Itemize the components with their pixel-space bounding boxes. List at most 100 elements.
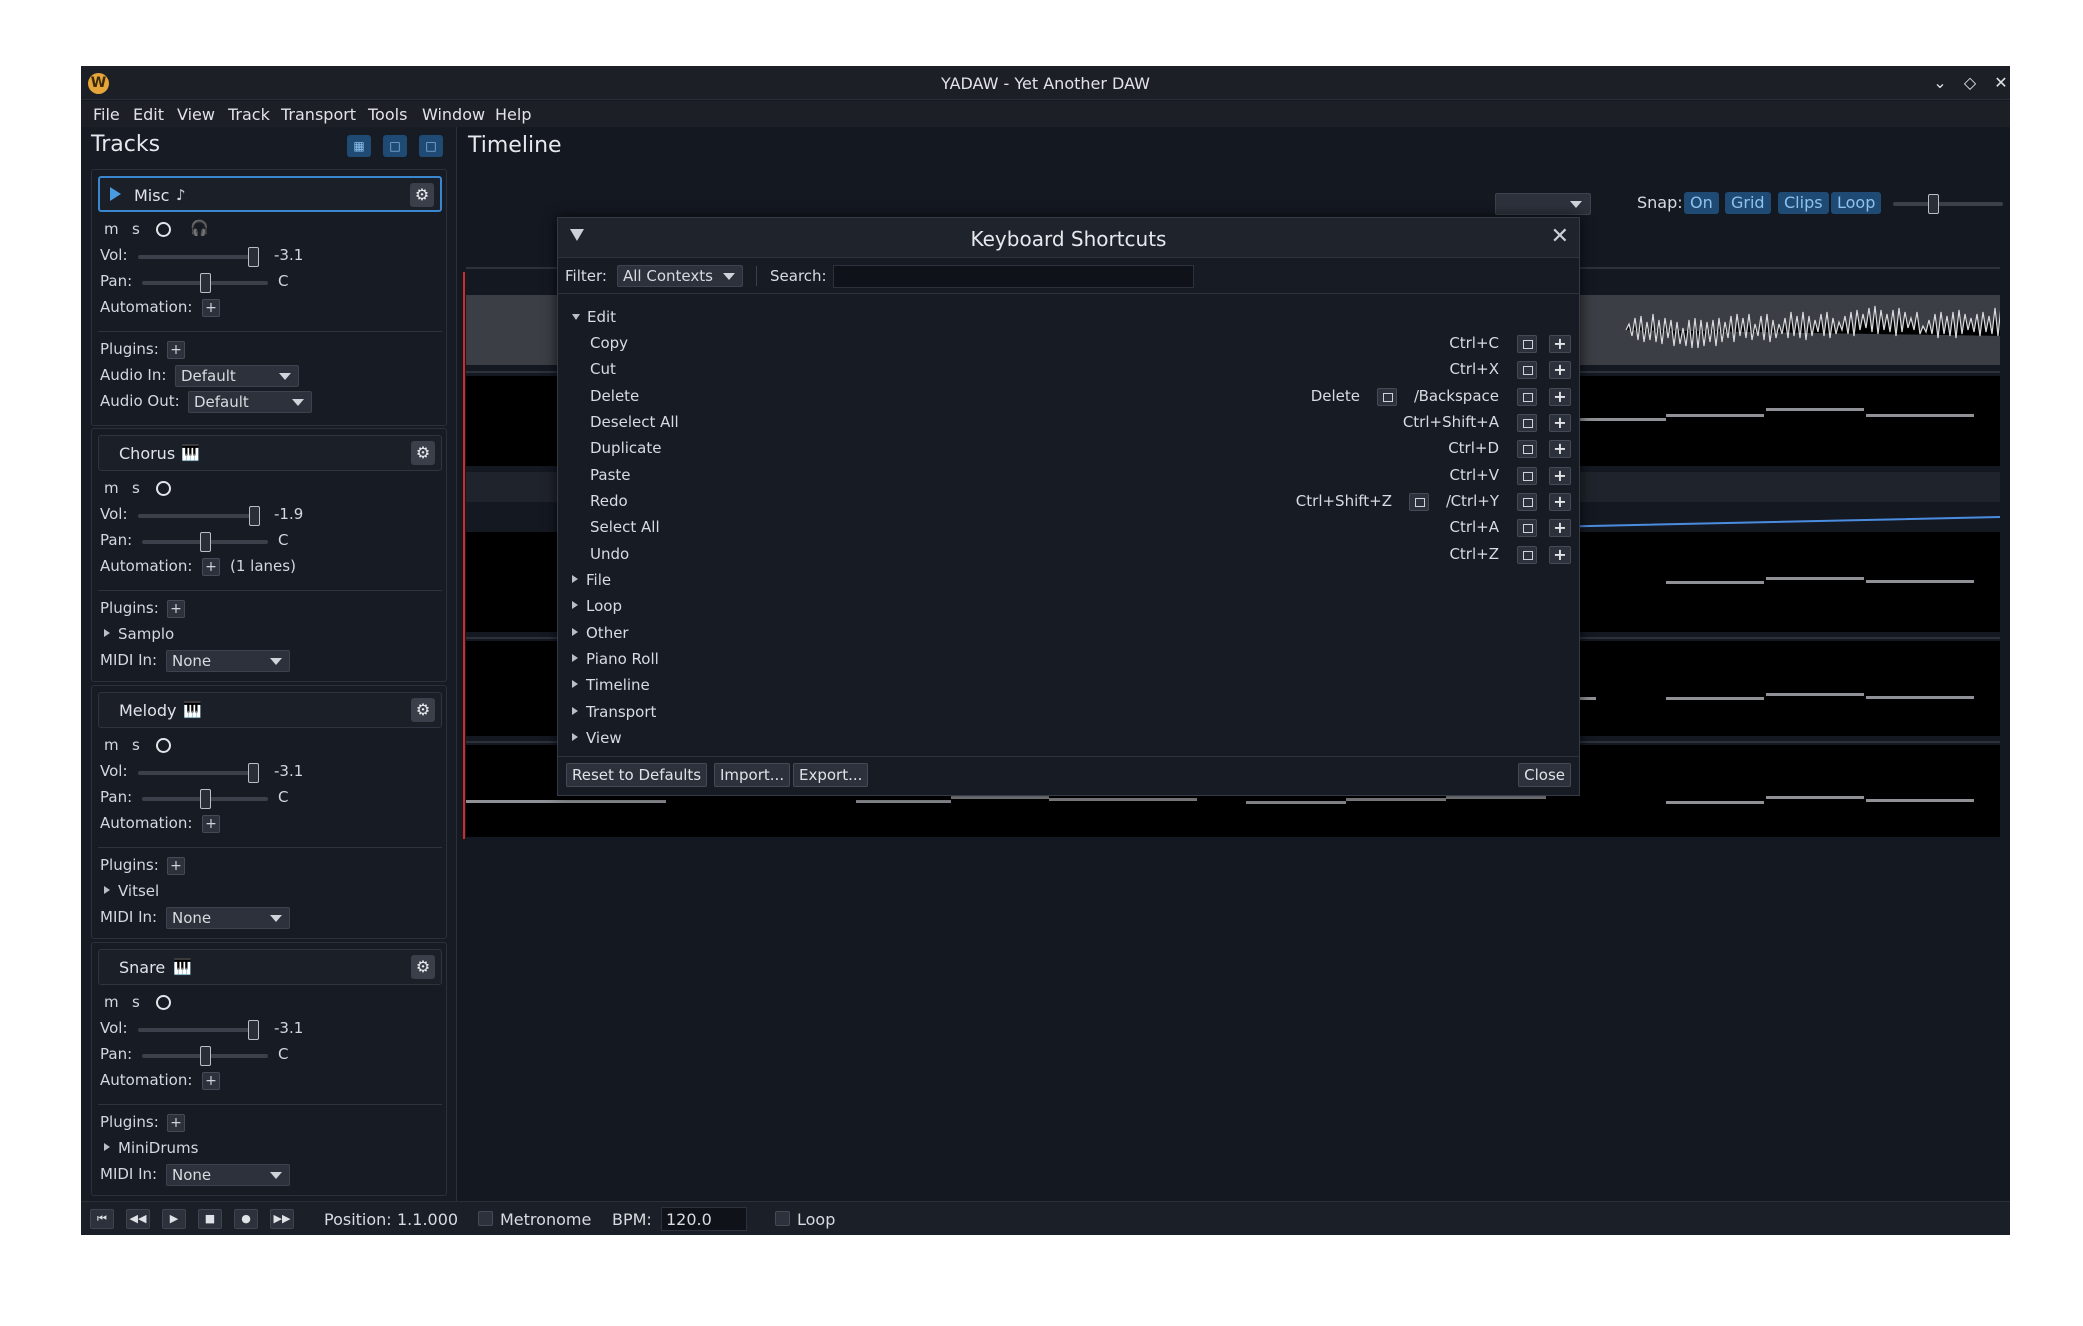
rebind-button[interactable] bbox=[1517, 440, 1537, 458]
plugin-item[interactable]: MiniDrums bbox=[104, 1139, 198, 1157]
track-header[interactable]: Chorus 🎹 ⚙ bbox=[98, 435, 442, 471]
solo-button[interactable]: s bbox=[132, 220, 140, 238]
add-shortcut-button[interactable]: + bbox=[1549, 361, 1571, 379]
rebind-button[interactable] bbox=[1517, 388, 1537, 406]
add-plugin-button[interactable]: + bbox=[167, 341, 185, 359]
stop-icon[interactable]: ■ bbox=[198, 1209, 222, 1229]
record-arm-button[interactable] bbox=[156, 738, 171, 753]
add-automation-button[interactable]: + bbox=[202, 558, 220, 576]
solo-button[interactable]: s bbox=[132, 736, 140, 754]
add-automation-button[interactable]: + bbox=[202, 815, 220, 833]
search-input[interactable] bbox=[833, 265, 1194, 288]
add-plugin-button[interactable]: + bbox=[167, 1114, 185, 1132]
monitor-icon[interactable]: 🎧 bbox=[190, 219, 209, 237]
snap-loop-button[interactable]: Loop bbox=[1831, 192, 1882, 214]
add-automation-button[interactable]: + bbox=[202, 1072, 220, 1090]
menu-view[interactable]: View bbox=[177, 105, 215, 124]
group-piano-roll[interactable]: Piano Roll bbox=[572, 650, 659, 668]
record-arm-button[interactable] bbox=[156, 222, 171, 237]
gear-icon[interactable]: ⚙ bbox=[411, 441, 435, 465]
solo-button[interactable]: s bbox=[132, 479, 140, 497]
menu-window[interactable]: Window bbox=[422, 105, 485, 124]
playhead[interactable] bbox=[463, 272, 465, 839]
midi-in-select[interactable]: None bbox=[166, 650, 290, 672]
rebind-button[interactable] bbox=[1377, 388, 1397, 406]
pan-slider[interactable] bbox=[142, 1046, 268, 1066]
add-plugin-button[interactable]: + bbox=[167, 600, 185, 618]
volume-slider[interactable] bbox=[138, 1020, 259, 1040]
close-icon[interactable]: ✕ bbox=[1551, 224, 1569, 249]
rewind-icon[interactable]: ◀◀ bbox=[126, 1209, 150, 1229]
add-track-button[interactable]: ▦ bbox=[347, 135, 371, 157]
add-shortcut-button[interactable]: + bbox=[1549, 467, 1571, 485]
add-shortcut-button[interactable]: + bbox=[1549, 493, 1571, 511]
menu-help[interactable]: Help bbox=[495, 105, 531, 124]
group-loop[interactable]: Loop bbox=[572, 597, 622, 615]
snap-on-button[interactable]: On bbox=[1684, 192, 1719, 214]
rebind-button[interactable] bbox=[1517, 493, 1537, 511]
add-automation-button[interactable]: + bbox=[202, 299, 220, 317]
add-shortcut-button[interactable]: + bbox=[1549, 546, 1571, 564]
plugin-item[interactable]: Samplo bbox=[104, 625, 174, 643]
gear-icon[interactable]: ⚙ bbox=[410, 183, 434, 207]
midi-in-select[interactable]: None bbox=[166, 907, 290, 929]
menu-transport[interactable]: Transport bbox=[281, 105, 356, 124]
rebind-button[interactable] bbox=[1517, 414, 1537, 432]
volume-slider[interactable] bbox=[138, 763, 259, 783]
snap-grid-button[interactable]: Grid bbox=[1725, 192, 1771, 214]
minimize-icon[interactable]: ⌄ bbox=[1929, 72, 1951, 94]
rebind-button[interactable] bbox=[1517, 335, 1537, 353]
export-button[interactable]: Export... bbox=[793, 763, 869, 787]
pan-slider[interactable] bbox=[142, 789, 268, 809]
pan-slider[interactable] bbox=[142, 532, 268, 552]
fast-forward-icon[interactable]: ▶▶ bbox=[270, 1209, 294, 1229]
track-header[interactable]: Snare 🎹 ⚙ bbox=[98, 949, 442, 985]
add-shortcut-button[interactable]: + bbox=[1549, 388, 1571, 406]
mute-button[interactable]: m bbox=[104, 220, 119, 238]
group-other[interactable]: Other bbox=[572, 624, 629, 642]
play-icon[interactable]: ▶ bbox=[162, 1209, 186, 1229]
group-timeline[interactable]: Timeline bbox=[572, 676, 650, 694]
midi-in-select[interactable]: None bbox=[166, 1164, 290, 1186]
volume-slider[interactable] bbox=[138, 247, 259, 267]
audio-out-select[interactable]: Default bbox=[188, 391, 312, 413]
menu-track[interactable]: Track bbox=[228, 105, 270, 124]
mute-button[interactable]: m bbox=[104, 993, 119, 1011]
add-shortcut-button[interactable]: + bbox=[1549, 440, 1571, 458]
menu-tools[interactable]: Tools bbox=[368, 105, 407, 124]
add-plugin-button[interactable]: + bbox=[167, 857, 185, 875]
group-view[interactable]: View bbox=[572, 729, 622, 747]
track-header[interactable]: Misc ♪ ⚙ bbox=[98, 176, 442, 212]
track-header[interactable]: Melody 🎹 ⚙ bbox=[98, 692, 442, 728]
add-shortcut-button[interactable]: + bbox=[1549, 335, 1571, 353]
menu-edit[interactable]: Edit bbox=[133, 105, 164, 124]
close-window-icon[interactable]: ✕ bbox=[1990, 72, 2010, 94]
plugin-item[interactable]: Vitsel bbox=[104, 882, 159, 900]
snap-clips-button[interactable]: Clips bbox=[1778, 192, 1829, 214]
group-edit[interactable]: Edit bbox=[572, 308, 616, 326]
audio-in-select[interactable]: Default bbox=[175, 365, 299, 387]
rebind-button[interactable] bbox=[1517, 519, 1537, 537]
rebind-button[interactable] bbox=[1517, 546, 1537, 564]
zoom-slider[interactable] bbox=[1893, 194, 2003, 214]
maximize-icon[interactable]: ◇ bbox=[1959, 72, 1981, 94]
skip-to-start-icon[interactable]: ⏮ bbox=[90, 1209, 114, 1229]
gear-icon[interactable]: ⚙ bbox=[411, 955, 435, 979]
pan-slider[interactable] bbox=[142, 273, 268, 293]
bpm-input[interactable]: 120.0 bbox=[661, 1207, 747, 1231]
record-arm-button[interactable] bbox=[156, 481, 171, 496]
zoom-select[interactable] bbox=[1495, 193, 1591, 215]
record-icon[interactable]: ● bbox=[234, 1209, 258, 1229]
group-file[interactable]: File bbox=[572, 571, 611, 589]
group-transport[interactable]: Transport bbox=[572, 703, 656, 721]
menu-file[interactable]: File bbox=[93, 105, 120, 124]
add-shortcut-button[interactable]: + bbox=[1549, 519, 1571, 537]
view-toggle-button[interactable]: □ bbox=[383, 135, 407, 157]
rebind-button[interactable] bbox=[1517, 361, 1537, 379]
gear-icon[interactable]: ⚙ bbox=[411, 698, 435, 722]
add-shortcut-button[interactable]: + bbox=[1549, 414, 1571, 432]
mute-button[interactable]: m bbox=[104, 736, 119, 754]
solo-button[interactable]: s bbox=[132, 993, 140, 1011]
record-arm-button[interactable] bbox=[156, 995, 171, 1010]
import-button[interactable]: Import... bbox=[714, 763, 791, 787]
